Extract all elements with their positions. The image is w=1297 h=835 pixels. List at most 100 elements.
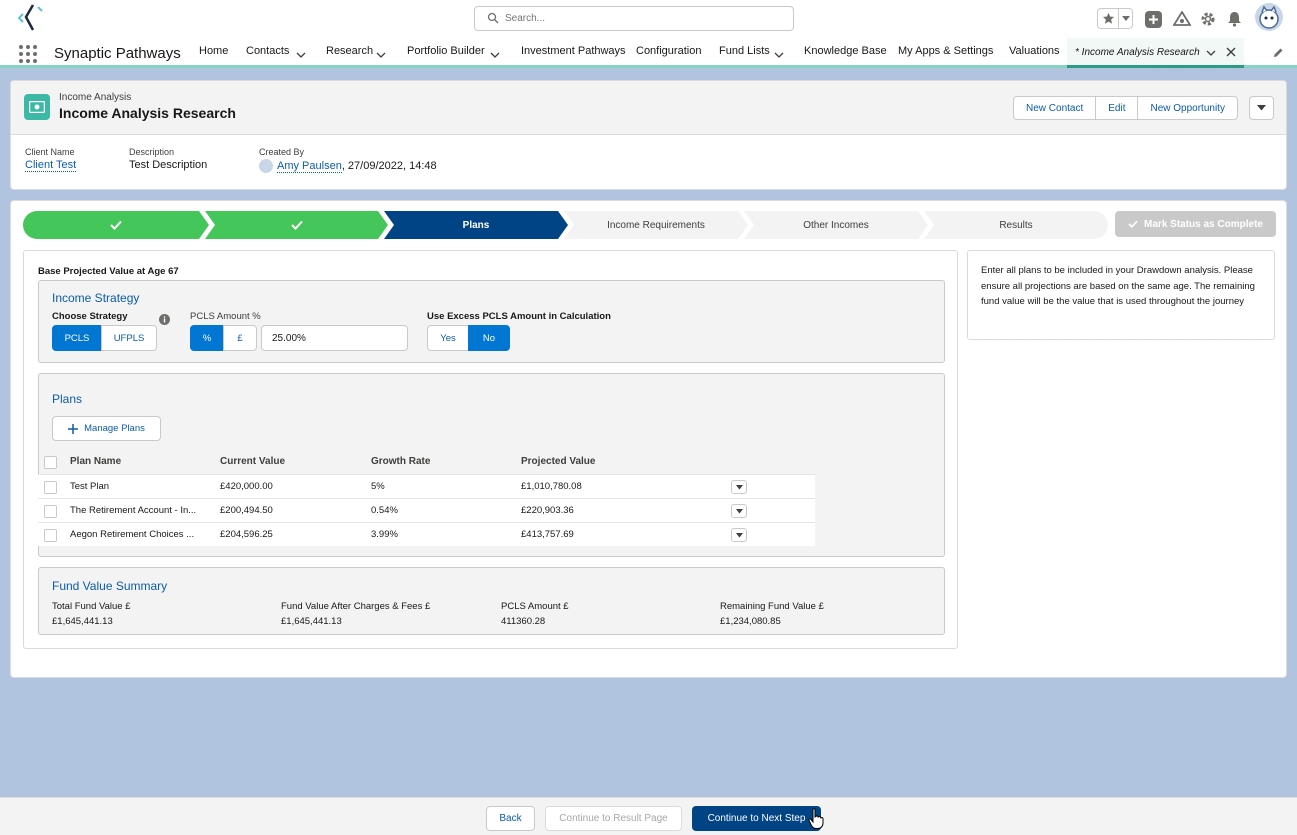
pcls-unit-percent-button[interactable]: % <box>190 325 224 351</box>
add-icon <box>68 423 79 434</box>
row-checkbox[interactable] <box>44 505 57 518</box>
tab-income-analysis-research[interactable]: * Income Analysis Research <box>1067 38 1244 68</box>
created-date: , 27/09/2022, 14:48 <box>341 160 437 172</box>
column-projected-value[interactable]: Projected Value <box>521 456 595 467</box>
close-icon[interactable] <box>1226 47 1236 60</box>
pcls-amount-label: PCLS Amount % <box>190 311 261 322</box>
nav-item-home[interactable]: Home <box>199 45 228 57</box>
back-button[interactable]: Back <box>486 806 535 831</box>
pcls-unit-pound-button[interactable]: £ <box>223 325 257 351</box>
fund-summary-title: Fund Value Summary <box>52 579 168 593</box>
column-current-value[interactable]: Current Value <box>220 456 285 467</box>
more-actions-button[interactable] <box>1249 96 1274 120</box>
edit-nav-icon[interactable] <box>1272 47 1284 62</box>
column-plan-name[interactable]: Plan Name <box>70 456 121 467</box>
user-avatar[interactable] <box>1255 3 1283 31</box>
fund-value-summary-section: Fund Value Summary Total Fund Value £ £1… <box>38 567 945 635</box>
nav-item-valuations[interactable]: Valuations <box>1009 45 1060 57</box>
growth-rate: 3.99% <box>371 529 398 540</box>
projected-value: £413,757.69 <box>521 529 574 540</box>
table-row: Test Plan £420,000.00 5% £1,010,780.08 <box>38 474 815 498</box>
path-step-2[interactable] <box>205 211 388 239</box>
excess-yes-button[interactable]: Yes <box>427 325 469 351</box>
row-checkbox[interactable] <box>44 529 57 542</box>
row-actions-button[interactable] <box>731 504 747 518</box>
global-search[interactable] <box>474 6 794 31</box>
search-input[interactable] <box>505 10 785 27</box>
star-icon[interactable] <box>1098 9 1120 28</box>
plans-title: Plans <box>52 392 83 406</box>
strategy-ufpls-button[interactable]: UFPLS <box>101 325 157 351</box>
edit-button[interactable]: Edit <box>1095 96 1139 120</box>
check-icon <box>290 220 303 230</box>
plan-name: Test Plan <box>70 481 110 492</box>
income-strategy-section: Income Strategy Choose Strategy PCLS UFP… <box>38 280 945 363</box>
nav-item-research[interactable]: Research <box>326 45 373 57</box>
income-analysis-card: Plans Income Requirements Other Incomes … <box>10 200 1287 678</box>
income-strategy-title: Income Strategy <box>52 291 140 305</box>
nav-item-my-apps-settings[interactable]: My Apps & Settings <box>898 45 993 57</box>
excess-no-button[interactable]: No <box>468 325 510 351</box>
app-launcher-icon[interactable] <box>19 45 37 63</box>
continue-to-next-step-button[interactable]: Continue to Next Step <box>692 806 821 831</box>
row-actions-button[interactable] <box>731 528 747 542</box>
record-title: Income Analysis Research <box>59 105 236 121</box>
nav-item-configuration[interactable]: Configuration <box>636 45 701 57</box>
current-value: £200,494.50 <box>220 505 273 516</box>
chevron-down-icon[interactable] <box>774 48 784 58</box>
strategy-pcls-button[interactable]: PCLS <box>52 325 102 351</box>
nav-item-contacts[interactable]: Contacts <box>246 45 289 57</box>
favorites-button[interactable] <box>1097 8 1133 29</box>
trailhead-icon[interactable] <box>1172 9 1192 29</box>
row-checkbox[interactable] <box>44 481 57 494</box>
nav-item-knowledge-base[interactable]: Knowledge Base <box>804 45 887 57</box>
created-by-link[interactable]: Amy Paulsen <box>277 160 342 173</box>
client-name-link[interactable]: Client Test <box>25 159 77 172</box>
total-fund-value: Total Fund Value £ £1,645,441.13 <box>52 601 131 627</box>
path-step-results[interactable]: Results <box>924 211 1108 239</box>
manage-plans-button[interactable]: Manage Plans <box>52 416 161 441</box>
nav-item-fund-lists[interactable]: Fund Lists <box>719 45 770 57</box>
current-value: £204,596.25 <box>220 529 273 540</box>
projected-value: £220,903.36 <box>521 505 574 516</box>
continue-to-result-page-button[interactable]: Continue to Result Page <box>545 806 682 831</box>
chevron-down-icon[interactable] <box>1206 49 1216 60</box>
mark-status-complete-button[interactable]: Mark Status as Complete <box>1115 211 1276 237</box>
object-label: Income Analysis <box>59 92 132 103</box>
flow-footer: Back Continue to Result Page Continue to… <box>0 797 1297 835</box>
record-header: Income Analysis Income Analysis Research… <box>10 80 1287 190</box>
plans-step-content: Base Projected Value at Age 67 Income St… <box>23 250 958 649</box>
chevron-down-icon[interactable] <box>376 48 386 58</box>
info-icon[interactable] <box>159 314 170 328</box>
chevron-down-icon[interactable] <box>490 48 500 58</box>
column-growth-rate[interactable]: Growth Rate <box>371 456 430 467</box>
step-help-text: Enter all plans to be included in your D… <box>967 250 1275 340</box>
row-actions-button[interactable] <box>731 480 747 494</box>
plan-name: Aegon Retirement Choices ... <box>70 529 195 540</box>
table-row: Aegon Retirement Choices ... £204,596.25… <box>38 522 815 546</box>
use-excess-pcls-label: Use Excess PCLS Amount in Calculation <box>427 311 611 322</box>
projected-value: £1,010,780.08 <box>521 481 582 492</box>
client-name-label: Client Name <box>25 147 75 157</box>
pcls-amount-input[interactable]: 25.00% <box>261 325 408 351</box>
nav-item-portfolio-builder[interactable]: Portfolio Builder <box>407 45 485 57</box>
choose-strategy-label: Choose Strategy <box>52 311 128 322</box>
app-logo[interactable] <box>14 2 46 34</box>
pcls-amount: PCLS Amount £ 411360.28 <box>501 601 569 627</box>
add-icon[interactable] <box>1143 9 1163 29</box>
path-step-other-incomes[interactable]: Other Incomes <box>744 211 928 239</box>
path-step-income-requirements[interactable]: Income Requirements <box>564 211 748 239</box>
path-step-1[interactable] <box>23 211 209 239</box>
new-contact-button[interactable]: New Contact <box>1013 96 1097 120</box>
nav-item-investment-pathways[interactable]: Investment Pathways <box>521 45 626 57</box>
gear-icon[interactable] <box>1198 9 1218 29</box>
created-by-label: Created By <box>259 147 305 157</box>
chevron-down-icon[interactable] <box>1119 9 1132 28</box>
bell-icon[interactable] <box>1224 9 1244 29</box>
growth-rate: 0.54% <box>371 505 398 516</box>
path-step-plans[interactable]: Plans <box>384 211 568 239</box>
chevron-down-icon[interactable] <box>296 48 306 58</box>
tab-label: * Income Analysis Research <box>1075 47 1200 58</box>
select-all-checkbox[interactable] <box>44 456 57 469</box>
new-opportunity-button[interactable]: New Opportunity <box>1137 96 1238 120</box>
